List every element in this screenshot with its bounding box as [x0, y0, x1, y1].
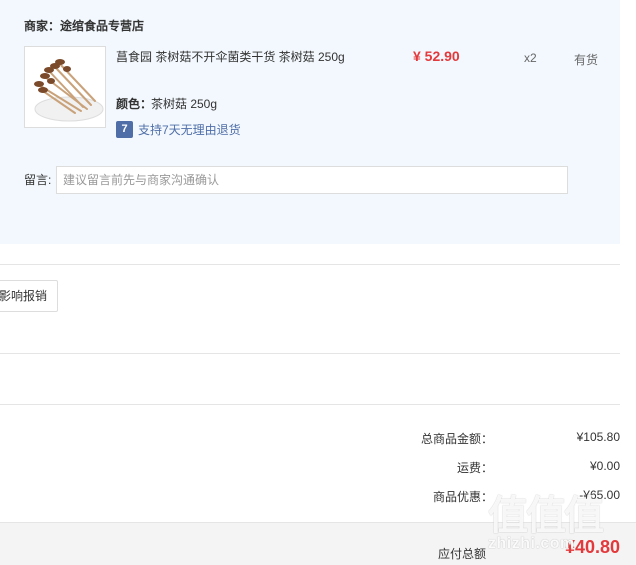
product-thumbnail[interactable]	[24, 46, 106, 128]
subtotal-value: ¥105.80	[576, 430, 620, 444]
seven-day-return-text: 支持7天无理由退货	[138, 123, 241, 137]
merchant-name: 商家：途绾食品专营店	[24, 19, 145, 33]
invoice-option-button[interactable]: 影响报销	[0, 280, 58, 312]
spec-value: 茶树菇 250g	[151, 97, 218, 111]
mushroom-product-photo	[25, 47, 105, 127]
discount-label: 商品优惠：	[432, 490, 493, 504]
subtotal-label: 总商品金额：	[420, 432, 493, 446]
divider	[0, 404, 620, 405]
seven-day-return-icon: 7	[116, 121, 133, 138]
divider	[0, 264, 620, 265]
total-value: ¥40.80	[564, 537, 620, 557]
note-label: 留言:	[24, 173, 52, 187]
product-price: ¥ 52.90	[413, 48, 460, 64]
divider	[0, 353, 620, 354]
shipping-value: ¥0.00	[589, 459, 620, 473]
shipping-label: 运费：	[456, 461, 493, 475]
discount-value: -¥65.00	[579, 488, 620, 502]
order-note-input[interactable]	[56, 166, 568, 194]
stock-status: 有货	[574, 53, 599, 67]
spec-label: 颜色：	[116, 97, 153, 111]
total-bar: 应付总额 ¥40.80	[0, 522, 636, 565]
shop-order-panel: 商家：途绾食品专营店 菖食园 茶树菇不开伞菌类干货 茶树菇 250g ¥ 52.…	[0, 0, 620, 244]
product-title-link[interactable]: 菖食园 茶树菇不开伞菌类干货 茶树菇 250g	[116, 48, 345, 65]
product-quantity: x2	[524, 51, 537, 65]
total-label: 应付总额	[437, 547, 486, 561]
